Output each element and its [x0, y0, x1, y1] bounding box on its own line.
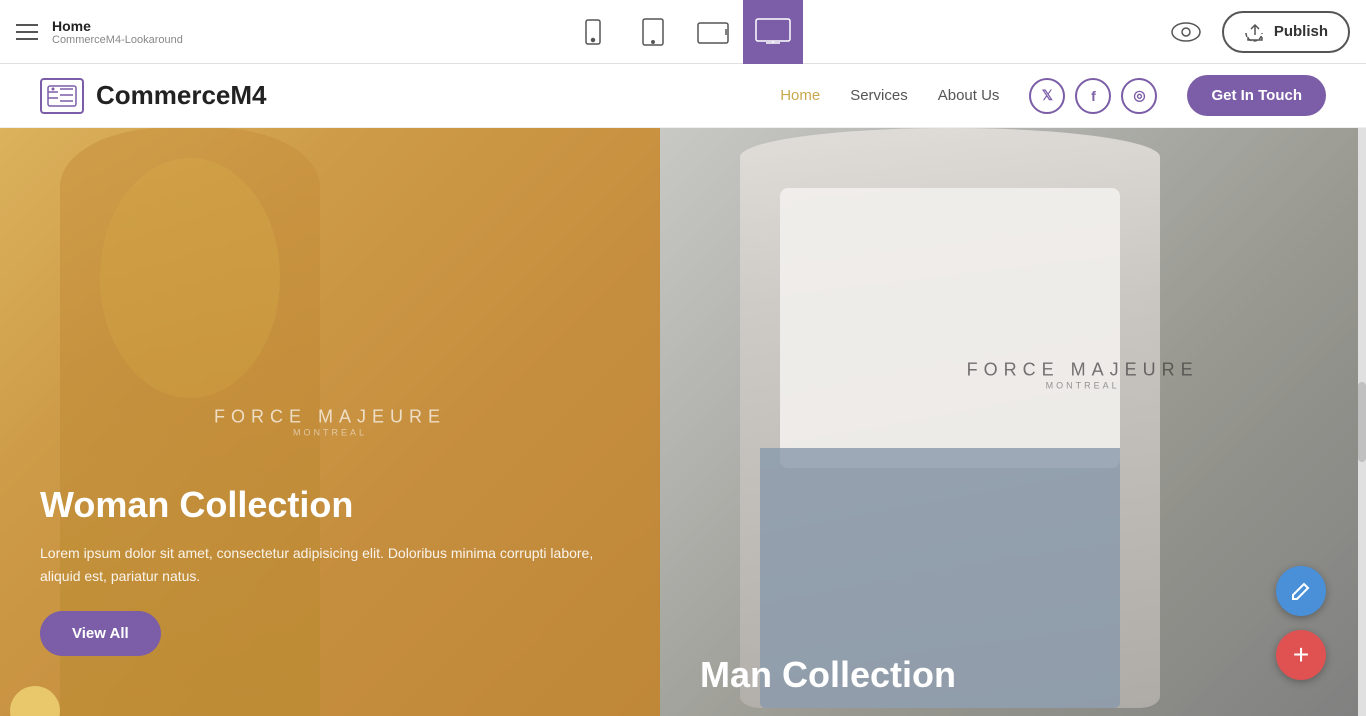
site-logo-area: CommerceM4 — [40, 78, 267, 114]
website-preview: CommerceM4 Home Services About Us 𝕏 f ◎ … — [0, 64, 1366, 716]
twitter-icon[interactable]: 𝕏 — [1029, 78, 1065, 114]
preview-button[interactable] — [1170, 21, 1202, 43]
site-logo-text: CommerceM4 — [96, 80, 267, 111]
man-brand: FORCE MAJEURE MONTREAL — [967, 359, 1199, 390]
man-panel: FORCE MAJEURE MONTREAL Man Collection — [660, 128, 1366, 716]
social-icons: 𝕏 f ◎ — [1029, 78, 1157, 114]
woman-collection-desc: Lorem ipsum dolor sit amet, consectetur … — [40, 542, 620, 587]
content-area: FORCE MAJEURE MONTREAL Woman Collection … — [0, 128, 1366, 716]
woman-content: Woman Collection Lorem ipsum dolor sit a… — [40, 484, 620, 656]
device-tablet-landscape-button[interactable] — [683, 0, 743, 64]
nav-about[interactable]: About Us — [938, 87, 1000, 104]
facebook-icon[interactable]: f — [1075, 78, 1111, 114]
nav-home[interactable]: Home — [780, 87, 820, 104]
view-all-button[interactable]: View All — [40, 611, 161, 656]
top-bar: Home CommerceM4-Lookaround — [0, 0, 1366, 64]
hamburger-menu[interactable] — [16, 24, 38, 40]
instagram-icon[interactable]: ◎ — [1121, 78, 1157, 114]
fab-edit-button[interactable] — [1276, 566, 1326, 616]
page-subtitle: CommerceM4-Lookaround — [52, 34, 183, 46]
device-tablet-button[interactable] — [623, 0, 683, 64]
device-mobile-button[interactable] — [563, 0, 623, 64]
get-in-touch-button[interactable]: Get In Touch — [1187, 75, 1326, 116]
man-collection-title: Man Collection — [700, 654, 956, 696]
man-content: Man Collection — [700, 654, 956, 696]
page-info: Home CommerceM4-Lookaround — [52, 18, 183, 46]
publish-label: Publish — [1274, 23, 1328, 40]
site-logo-icon — [40, 78, 84, 114]
fab-add-button[interactable]: + — [1276, 630, 1326, 680]
top-bar-right: Publish — [1170, 11, 1350, 53]
woman-collection-title: Woman Collection — [40, 484, 620, 526]
scrollbar[interactable] — [1358, 128, 1366, 716]
device-desktop-button[interactable] — [743, 0, 803, 64]
site-header: CommerceM4 Home Services About Us 𝕏 f ◎ … — [0, 64, 1366, 128]
site-nav: Home Services About Us 𝕏 f ◎ Get In Touc… — [780, 75, 1326, 116]
nav-services[interactable]: Services — [850, 87, 908, 104]
device-switcher — [563, 0, 803, 64]
publish-button[interactable]: Publish — [1222, 11, 1350, 53]
top-bar-left: Home CommerceM4-Lookaround — [16, 18, 183, 46]
scrollbar-thumb[interactable] — [1358, 382, 1366, 462]
page-title: Home — [52, 18, 183, 34]
woman-panel: FORCE MAJEURE MONTREAL Woman Collection … — [0, 128, 660, 716]
woman-brand: FORCE MAJEURE MONTREAL — [214, 407, 446, 438]
